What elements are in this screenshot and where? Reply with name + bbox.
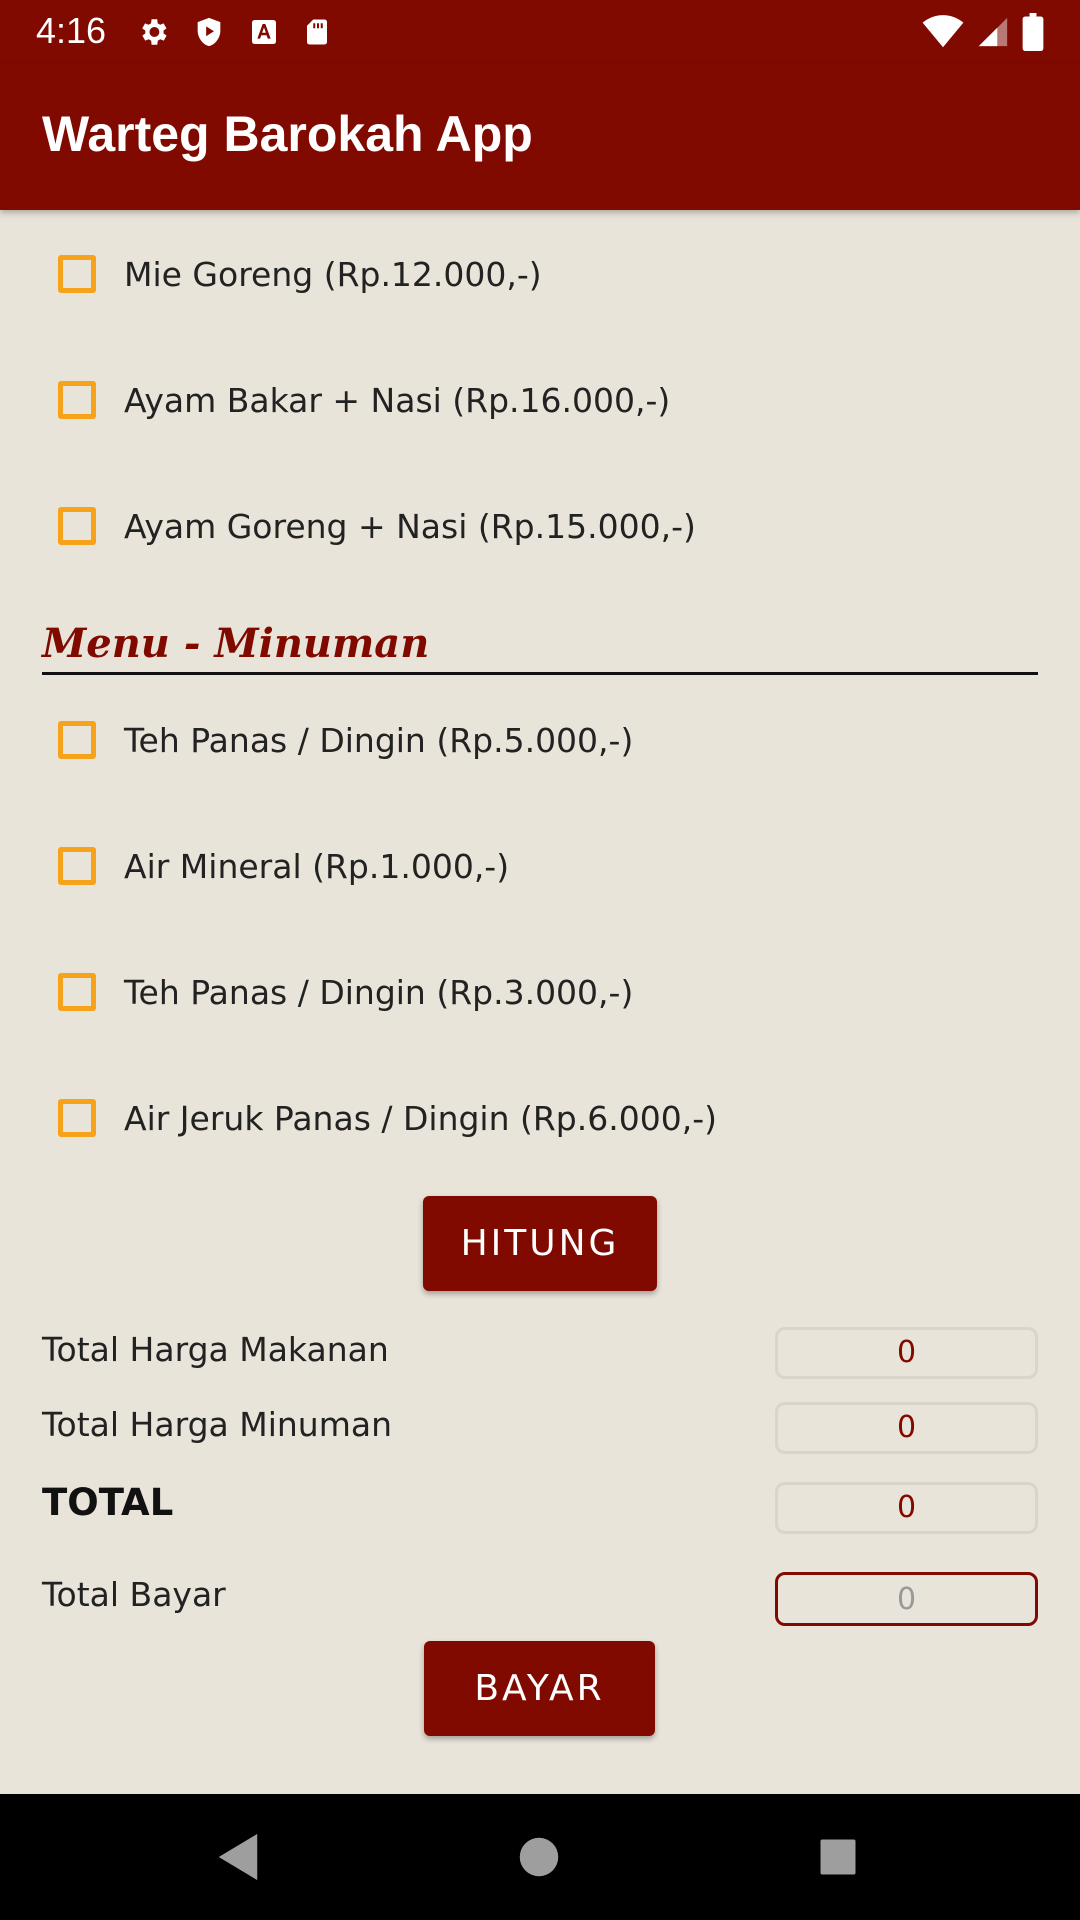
menu-item-label: Ayam Goreng + Nasi (Rp.15.000,-) bbox=[124, 506, 696, 546]
checkbox[interactable] bbox=[58, 847, 96, 885]
menu-item-label: Teh Panas / Dingin (Rp.5.000,-) bbox=[124, 720, 634, 760]
status-icons-right bbox=[910, 12, 1044, 52]
back-icon[interactable] bbox=[205, 1824, 271, 1890]
food-total-label: Total Harga Makanan bbox=[42, 1330, 389, 1369]
section-heading-minuman: Menu - Minuman bbox=[42, 620, 430, 667]
status-icons-left bbox=[136, 12, 354, 52]
menu-item-label: Teh Panas / Dingin (Rp.3.000,-) bbox=[124, 972, 634, 1012]
checkbox[interactable] bbox=[58, 381, 96, 419]
menu-item-ayam-goreng-nasi[interactable]: Ayam Goreng + Nasi (Rp.15.000,-) bbox=[58, 496, 696, 556]
pay-input[interactable] bbox=[775, 1572, 1038, 1626]
bayar-button[interactable]: BAYAR bbox=[424, 1641, 655, 1736]
checkbox[interactable] bbox=[58, 973, 96, 1011]
drink-total-label: Total Harga Minuman bbox=[42, 1405, 392, 1444]
sd-card-icon bbox=[302, 16, 332, 48]
food-total-value: 0 bbox=[775, 1327, 1038, 1379]
menu-item-label: Ayam Bakar + Nasi (Rp.16.000,-) bbox=[124, 380, 671, 420]
menu-item-ayam-bakar-nasi[interactable]: Ayam Bakar + Nasi (Rp.16.000,-) bbox=[58, 370, 670, 430]
menu-item-teh-panas-dingin-3000[interactable]: Teh Panas / Dingin (Rp.3.000,-) bbox=[58, 962, 633, 1022]
status-bar: 4:16 bbox=[0, 0, 1080, 63]
total-value: 0 bbox=[775, 1482, 1038, 1534]
shield-play-icon bbox=[192, 15, 226, 49]
menu-item-mie-goreng[interactable]: Mie Goreng (Rp.12.000,-) bbox=[58, 244, 542, 304]
app-bar: Warteg Barokah App bbox=[0, 63, 1080, 210]
hitung-button[interactable]: HITUNG bbox=[423, 1196, 657, 1291]
menu-item-label: Mie Goreng (Rp.12.000,-) bbox=[124, 254, 542, 294]
menu-item-air-jeruk-panas-dingin[interactable]: Air Jeruk Panas / Dingin (Rp.6.000,-) bbox=[58, 1088, 717, 1148]
navigation-bar bbox=[0, 1794, 1080, 1920]
checkbox[interactable] bbox=[58, 255, 96, 293]
checkbox[interactable] bbox=[58, 721, 96, 759]
signal-icon bbox=[976, 15, 1010, 49]
gear-icon bbox=[136, 15, 170, 49]
app-title: Warteg Barokah App bbox=[42, 106, 533, 162]
screen: 4:16 Warteg Barokah App Mie Goreng (Rp.1… bbox=[0, 0, 1080, 1920]
drink-total-value: 0 bbox=[775, 1402, 1038, 1454]
battery-icon bbox=[1022, 13, 1044, 51]
menu-item-teh-panas-dingin-5000[interactable]: Teh Panas / Dingin (Rp.5.000,-) bbox=[58, 710, 633, 770]
home-icon[interactable] bbox=[506, 1824, 572, 1890]
total-label: TOTAL bbox=[42, 1481, 174, 1524]
menu-item-air-mineral[interactable]: Air Mineral (Rp.1.000,-) bbox=[58, 836, 509, 896]
wifi-icon bbox=[922, 15, 964, 49]
menu-item-label: Air Jeruk Panas / Dingin (Rp.6.000,-) bbox=[124, 1098, 717, 1138]
status-time: 4:16 bbox=[36, 10, 107, 51]
recents-icon[interactable] bbox=[805, 1824, 871, 1890]
pay-label: Total Bayar bbox=[42, 1575, 226, 1614]
menu-item-label: Air Mineral (Rp.1.000,-) bbox=[124, 846, 510, 886]
checkbox[interactable] bbox=[58, 507, 96, 545]
a-box-icon bbox=[248, 16, 280, 48]
checkbox[interactable] bbox=[58, 1099, 96, 1137]
section-divider bbox=[42, 672, 1038, 675]
